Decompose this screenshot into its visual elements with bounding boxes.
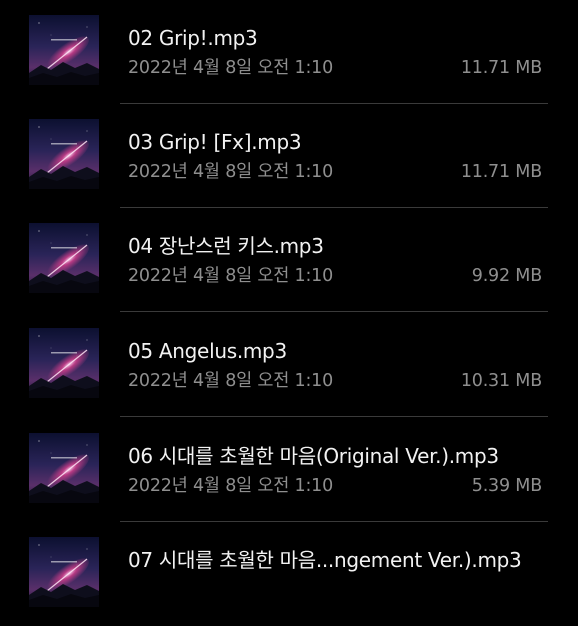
file-date: 2022년 4월 8일 오전 1:10 <box>128 162 334 182</box>
row-divider <box>120 311 548 312</box>
file-row[interactable]: 02 Grip!.mp3 2022년 4월 8일 오전 1:10 11.71 M… <box>0 0 578 104</box>
album-cover-thumbnail <box>29 328 99 398</box>
file-size: 5.39 MB <box>471 476 542 496</box>
album-cover-thumbnail <box>29 537 99 607</box>
file-name: 05 Angelus.mp3 <box>128 339 287 363</box>
file-row[interactable]: 06 시대를 초월한 마음(Original Ver.).mp3 2022년 4… <box>0 418 578 522</box>
file-name: 02 Grip!.mp3 <box>128 26 258 50</box>
row-divider <box>120 416 548 417</box>
file-date: 2022년 4월 8일 오전 1:10 <box>128 476 334 496</box>
file-row[interactable]: 05 Angelus.mp3 2022년 4월 8일 오전 1:10 10.31… <box>0 313 578 417</box>
album-cover-thumbnail <box>29 119 99 189</box>
file-name: 07 시대를 초월한 마음...ngement Ver.).mp3 <box>128 548 522 572</box>
file-name: 06 시대를 초월한 마음(Original Ver.).mp3 <box>128 444 499 468</box>
file-date: 2022년 4월 8일 오전 1:10 <box>128 371 334 391</box>
file-date: 2022년 4월 8일 오전 1:10 <box>128 58 334 78</box>
file-row[interactable]: 03 Grip! [Fx].mp3 2022년 4월 8일 오전 1:10 11… <box>0 104 578 208</box>
file-date: 2022년 4월 8일 오전 1:10 <box>128 266 334 286</box>
file-name: 04 장난스런 키스.mp3 <box>128 234 324 258</box>
file-name: 03 Grip! [Fx].mp3 <box>128 130 302 154</box>
file-list: 02 Grip!.mp3 2022년 4월 8일 오전 1:10 11.71 M… <box>0 0 578 607</box>
file-row[interactable]: 04 장난스런 키스.mp3 2022년 4월 8일 오전 1:10 9.92 … <box>0 208 578 312</box>
file-size: 10.31 MB <box>460 371 542 391</box>
file-size: 9.92 MB <box>471 266 542 286</box>
album-cover-thumbnail <box>29 15 99 85</box>
file-size: 11.71 MB <box>460 58 542 78</box>
file-row[interactable]: 07 시대를 초월한 마음...ngement Ver.).mp3 <box>0 522 578 626</box>
file-size: 11.71 MB <box>460 162 542 182</box>
album-cover-thumbnail <box>29 433 99 503</box>
album-cover-thumbnail <box>29 223 99 293</box>
